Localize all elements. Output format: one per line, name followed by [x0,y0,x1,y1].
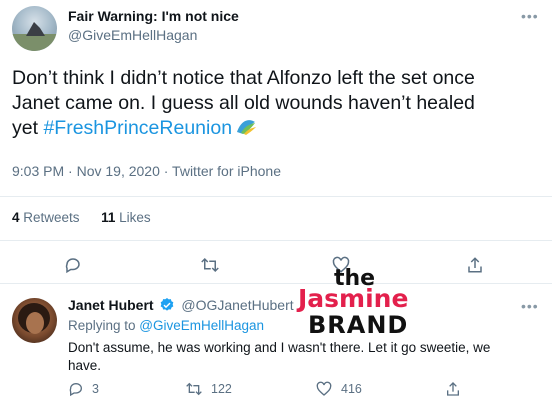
retweet-icon[interactable] [200,256,220,274]
reply-avatar[interactable] [12,298,57,343]
reply-more-icon[interactable]: ••• [521,298,539,314]
divider [0,196,552,197]
hashtag-emoji-icon [235,118,257,143]
reply-text-line: have. [68,358,102,373]
retweets-count[interactable]: 4 [12,210,20,225]
divider [0,283,552,284]
reply-icon[interactable] [64,256,82,274]
tweet-display-name[interactable]: Fair Warning: I'm not nice [68,8,239,24]
tweet-more-icon[interactable]: ••• [521,8,539,24]
verified-badge-icon [159,297,175,316]
tweet-text-line: Don’t think I didn’t notice that Alfonzo… [12,67,475,89]
share-icon[interactable] [445,381,461,397]
replying-to-handle[interactable]: @GiveEmHellHagan [139,318,264,333]
replying-to: Replying to @GiveEmHellHagan [68,318,264,333]
like-icon[interactable] [316,381,332,397]
likes-count[interactable]: 11 [101,210,115,225]
tweet-engagement-stats: 4 Retweets 11 Likes [12,210,151,225]
tweet-avatar[interactable] [12,6,57,51]
reply-header: Janet Hubert @OGJanetHubert · 1 [68,297,314,316]
retweet-count: 122 [211,382,232,396]
reply-count: 3 [92,382,99,396]
watermark-logo: the Jasmine BRAND [296,268,436,348]
tweet-handle[interactable]: @GiveEmHellHagan [68,27,197,43]
tweet-text-yet: yet [12,117,44,139]
tweet-text-line: Janet came on. I guess all old wounds ha… [12,92,475,114]
reply-display-name[interactable]: Janet Hubert [68,297,154,313]
share-icon[interactable] [466,256,484,274]
likes-label[interactable]: Likes [119,210,151,225]
reply-handle[interactable]: @OGJanetHubert [181,297,293,313]
watermark-jasmine: Jasmine [298,284,409,313]
watermark-brand: BRAND [308,311,409,339]
tweet-meta[interactable]: 9:03 PM · Nov 19, 2020 · Twitter for iPh… [12,163,281,179]
like-count: 416 [341,382,362,396]
reply-icon[interactable] [68,381,84,397]
divider [0,240,552,241]
retweets-label[interactable]: Retweets [23,210,79,225]
tweet-text-line: yet #FreshPrinceReunion [12,116,547,143]
retweet-icon[interactable] [185,381,203,397]
hashtag-link[interactable]: #FreshPrinceReunion [43,117,232,139]
replying-to-prefix: Replying to [68,318,140,333]
tweet-text: Don’t think I didn’t notice that Alfonzo… [12,66,547,143]
